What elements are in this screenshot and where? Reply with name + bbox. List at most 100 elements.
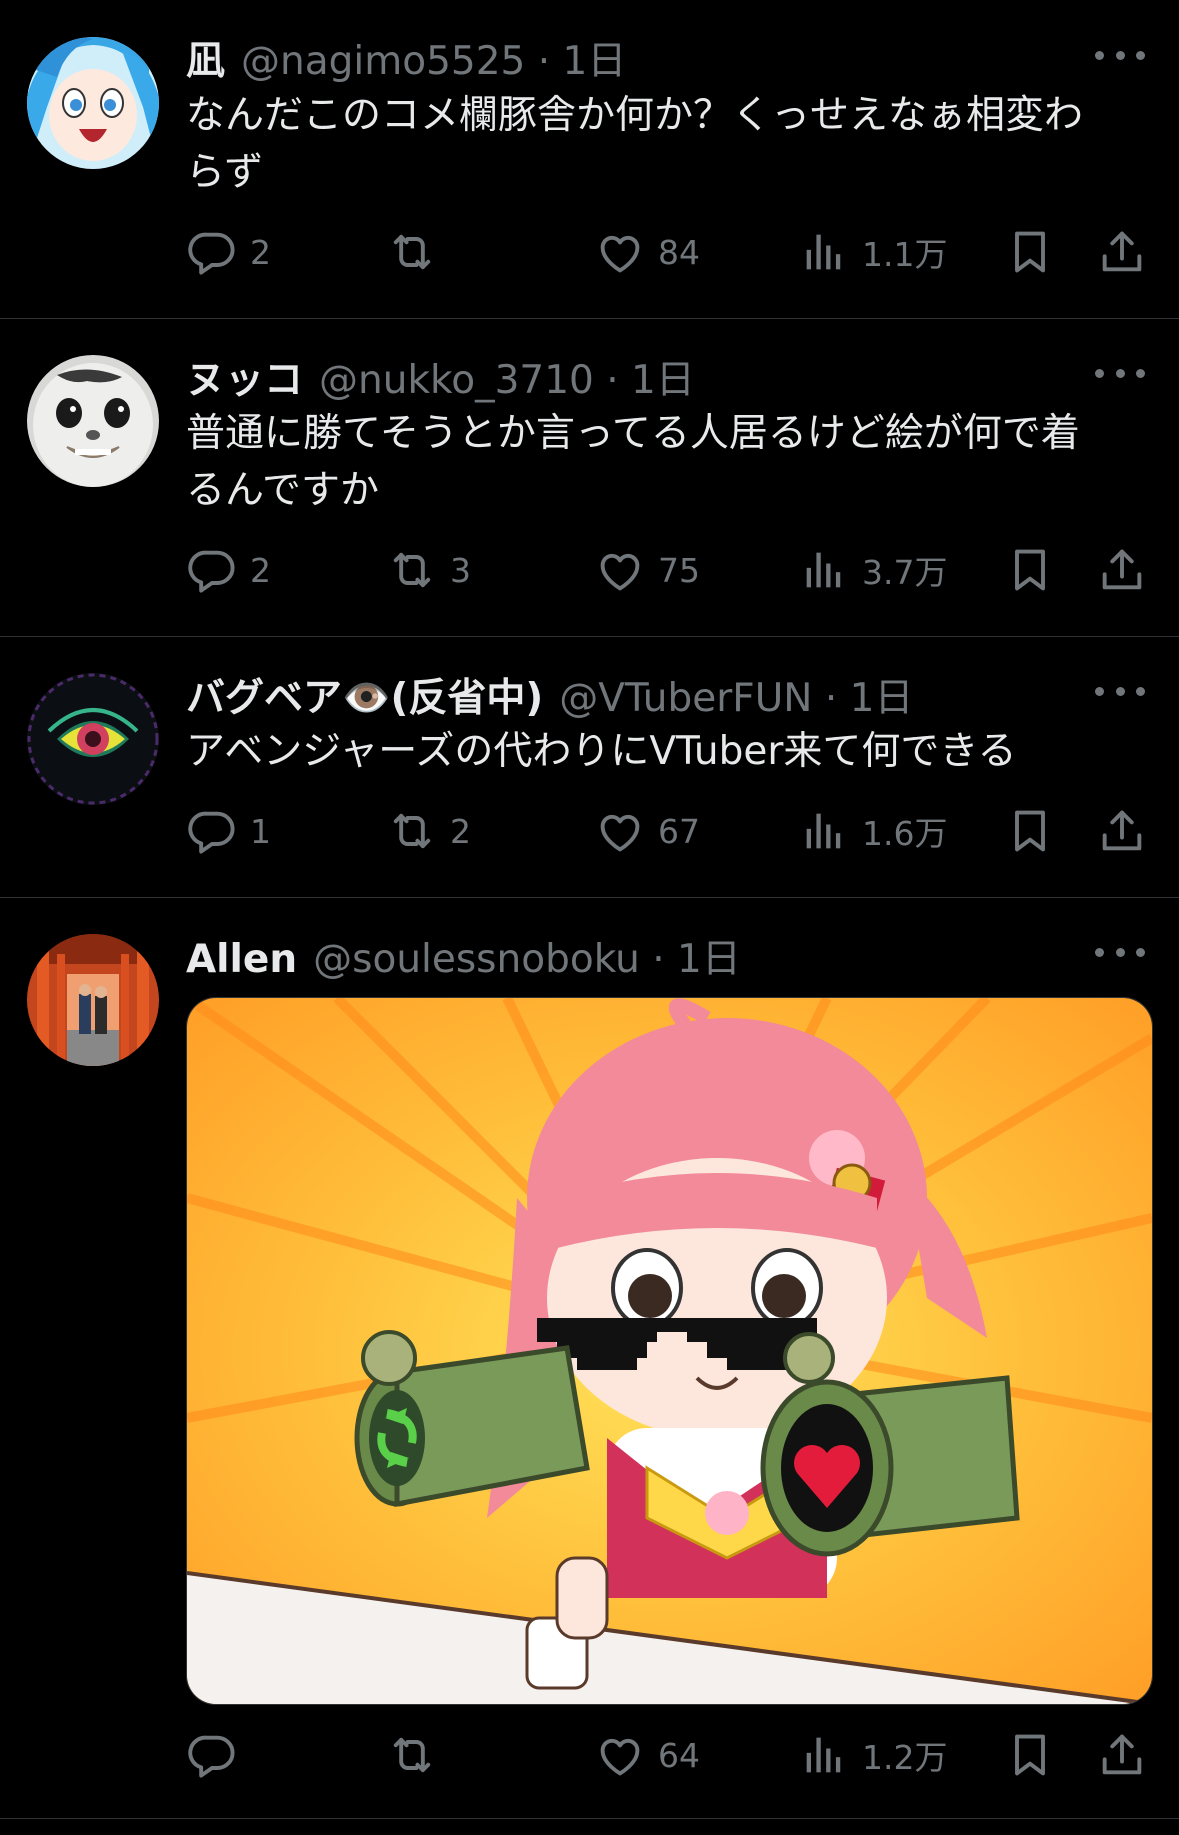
- views-icon: [798, 805, 850, 857]
- avatar-image: [27, 355, 159, 487]
- like-button[interactable]: 67: [594, 801, 700, 861]
- like-button[interactable]: 75: [594, 540, 700, 600]
- view-count: 1.1万: [862, 235, 948, 274]
- user-handle[interactable]: @VTuberFUN · 1日: [559, 667, 913, 723]
- timestamp[interactable]: 1日: [563, 39, 627, 84]
- bookmark-icon: [1004, 226, 1056, 278]
- retweet-icon: [386, 1729, 438, 1781]
- timestamp[interactable]: 1日: [631, 358, 695, 403]
- reply-icon: [186, 544, 238, 596]
- retweet-icon: [386, 805, 438, 857]
- reply-button[interactable]: 2: [186, 222, 271, 282]
- like-count: 75: [658, 550, 700, 590]
- reply-count: 2: [250, 232, 271, 272]
- reply-count: 2: [250, 550, 271, 590]
- divider: [0, 1818, 1179, 1819]
- share-button[interactable]: [1096, 540, 1148, 600]
- tweet-header: バグベア👁️(反省中) @VTuberFUN · 1日: [186, 667, 913, 721]
- display-name[interactable]: ヌッコ: [186, 349, 303, 405]
- heart-icon: [594, 544, 646, 596]
- like-count: 67: [658, 811, 700, 851]
- reply-icon: [186, 226, 238, 278]
- bookmark-button[interactable]: [1004, 801, 1056, 861]
- view-count: 1.2万: [862, 1738, 948, 1777]
- heart-icon: [594, 805, 646, 857]
- retweet-button[interactable]: 3: [386, 540, 471, 600]
- tweet-text: なんだこのコメ欄豚舎か何か？くっせえなぁ相変わらず: [186, 93, 1084, 195]
- bookmark-icon: [1004, 805, 1056, 857]
- retweet-count: 2: [450, 811, 471, 851]
- avatar-image: [27, 934, 159, 1066]
- views-button[interactable]: 1.2万: [798, 1725, 947, 1785]
- reply-icon: [186, 1729, 238, 1781]
- timeline: 凪 @nagimo5525 · 1日 なんだこのコメ欄豚舎か何か？くっせえなぁ相…: [0, 0, 1179, 1835]
- user-handle[interactable]: @nagimo5525 · 1日: [241, 30, 626, 86]
- display-name[interactable]: バグベア👁️(反省中): [186, 667, 543, 723]
- more-icon[interactable]: [1095, 363, 1145, 383]
- tweet-media-image[interactable]: [186, 997, 1153, 1705]
- tweet-actions: 2 3 75 3.7万: [186, 540, 1156, 600]
- retweet-button[interactable]: [386, 1725, 450, 1785]
- heart-icon: [594, 226, 646, 278]
- share-button[interactable]: [1096, 1725, 1148, 1785]
- like-button[interactable]: 64: [594, 1725, 700, 1785]
- tweet-actions: 1 2 67 1.6万: [186, 801, 1156, 861]
- timestamp[interactable]: 1日: [677, 937, 741, 982]
- tweet-actions: 64 1.2万: [186, 1725, 1156, 1785]
- heart-icon: [594, 1729, 646, 1781]
- more-icon[interactable]: [1095, 45, 1145, 65]
- reply-count: 1: [250, 811, 271, 851]
- tweet-header: Allen @soulessnoboku · 1日: [186, 928, 741, 982]
- avatar-image: [27, 37, 159, 169]
- reply-button[interactable]: 1: [186, 801, 271, 861]
- like-button[interactable]: 84: [594, 222, 700, 282]
- tweet-header: ヌッコ @nukko_3710 · 1日: [186, 349, 695, 403]
- tweet[interactable]: バグベア👁️(反省中) @VTuberFUN · 1日 アベンジャーズの代わりに…: [0, 637, 1179, 897]
- tweet-text: 普通に勝てそうとか言ってる人居るけど絵が何で着るんですか: [186, 411, 1080, 513]
- like-count: 64: [658, 1735, 700, 1775]
- views-button[interactable]: 3.7万: [798, 540, 947, 600]
- share-icon: [1096, 226, 1148, 278]
- bookmark-button[interactable]: [1004, 540, 1056, 600]
- tweet[interactable]: ヌッコ @nukko_3710 · 1日 普通に勝てそうとか言ってる人居るけど絵…: [0, 319, 1179, 637]
- bookmark-button[interactable]: [1004, 222, 1056, 282]
- more-icon[interactable]: [1095, 942, 1145, 962]
- view-count: 3.7万: [862, 553, 948, 592]
- tweet-actions: 2 84 1.1万: [186, 222, 1156, 282]
- retweet-icon: [386, 544, 438, 596]
- share-icon: [1096, 544, 1148, 596]
- views-button[interactable]: 1.1万: [798, 222, 947, 282]
- views-button[interactable]: 1.6万: [798, 801, 947, 861]
- avatar[interactable]: [27, 37, 159, 169]
- reply-button[interactable]: [186, 1725, 250, 1785]
- tweet-text: アベンジャーズの代わりにVTuber来て何できる: [186, 729, 1017, 774]
- like-count: 84: [658, 232, 700, 272]
- bookmark-button[interactable]: [1004, 1725, 1056, 1785]
- share-icon: [1096, 805, 1148, 857]
- avatar[interactable]: [27, 673, 159, 805]
- display-name[interactable]: Allen: [186, 937, 297, 982]
- share-button[interactable]: [1096, 222, 1148, 282]
- avatar[interactable]: [27, 355, 159, 487]
- tweet-header: 凪 @nagimo5525 · 1日: [186, 30, 626, 84]
- avatar-image: [27, 673, 159, 805]
- retweet-button[interactable]: [386, 222, 450, 282]
- views-icon: [798, 226, 850, 278]
- tweet[interactable]: 凪 @nagimo5525 · 1日 なんだこのコメ欄豚舎か何か？くっせえなぁ相…: [0, 0, 1179, 318]
- share-button[interactable]: [1096, 801, 1148, 861]
- timestamp[interactable]: 1日: [850, 676, 914, 721]
- retweet-count: 3: [450, 550, 471, 590]
- view-count: 1.6万: [862, 814, 948, 853]
- user-handle[interactable]: @nukko_3710 · 1日: [319, 349, 695, 405]
- more-icon[interactable]: [1095, 681, 1145, 701]
- retweet-button[interactable]: 2: [386, 801, 471, 861]
- display-name[interactable]: 凪: [186, 30, 225, 86]
- avatar[interactable]: [27, 934, 159, 1066]
- views-icon: [798, 1729, 850, 1781]
- user-handle[interactable]: @soulessnoboku · 1日: [313, 928, 741, 984]
- share-icon: [1096, 1729, 1148, 1781]
- reply-icon: [186, 805, 238, 857]
- reply-button[interactable]: 2: [186, 540, 271, 600]
- retweet-icon: [386, 226, 438, 278]
- anime-illustration: [187, 998, 1152, 1704]
